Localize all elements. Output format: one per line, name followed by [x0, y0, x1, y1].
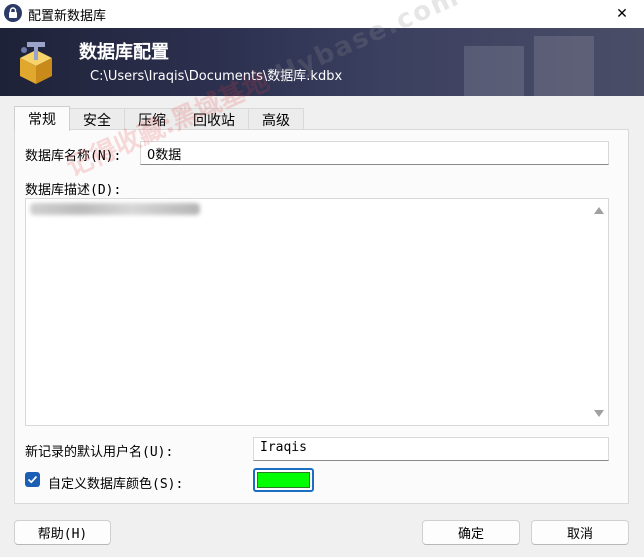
database-config-icon: [20, 42, 52, 84]
window-title: 配置新数据库: [28, 9, 107, 24]
default-username-label: 新记录的默认用户名(U):: [25, 445, 174, 460]
color-picker-button[interactable]: [253, 468, 314, 492]
close-icon: ✕: [616, 6, 628, 22]
title-bar: 配置新数据库 ✕: [0, 0, 644, 28]
tab-recycle-bin[interactable]: 回收站: [179, 108, 249, 130]
checkmark-icon: [27, 475, 38, 484]
ok-button[interactable]: 确定: [422, 520, 520, 545]
database-path: C:\Users\Iraqis\Documents\数据库.kdbx: [90, 69, 343, 84]
description-scrollbar[interactable]: [590, 199, 608, 425]
database-name-value: 0数据: [147, 148, 182, 163]
database-description-textarea[interactable]: [25, 198, 609, 426]
banner-title: 数据库配置: [79, 42, 169, 63]
default-username-value: Iraqis: [260, 440, 307, 455]
close-button[interactable]: ✕: [600, 0, 644, 28]
scroll-up-icon[interactable]: [594, 207, 604, 214]
scroll-down-icon[interactable]: [594, 410, 604, 417]
database-description-label: 数据库描述(D):: [25, 183, 122, 198]
help-button[interactable]: 帮助(H): [14, 520, 111, 545]
color-swatch: [257, 472, 310, 488]
tab-security[interactable]: 安全: [69, 108, 125, 130]
redacted-text: [30, 203, 200, 215]
default-username-input[interactable]: Iraqis: [253, 437, 609, 461]
database-name-label: 数据库名称(N):: [25, 149, 122, 164]
tab-compression[interactable]: 压缩: [124, 108, 180, 130]
cancel-button[interactable]: 取消: [531, 520, 629, 545]
custom-color-checkbox[interactable]: [25, 472, 40, 487]
lock-icon: [4, 4, 22, 22]
tab-general[interactable]: 常规: [14, 106, 70, 131]
header-banner: 数据库配置 C:\Users\Iraqis\Documents\数据库.kdbx: [0, 28, 644, 96]
database-name-input[interactable]: 0数据: [140, 141, 609, 165]
custom-color-label: 自定义数据库颜色(S):: [48, 477, 184, 492]
tab-advanced[interactable]: 高级: [248, 108, 304, 130]
banner-decoration-icon: [464, 36, 594, 96]
tab-strip: 常规 安全 压缩 回收站 高级: [14, 106, 304, 131]
